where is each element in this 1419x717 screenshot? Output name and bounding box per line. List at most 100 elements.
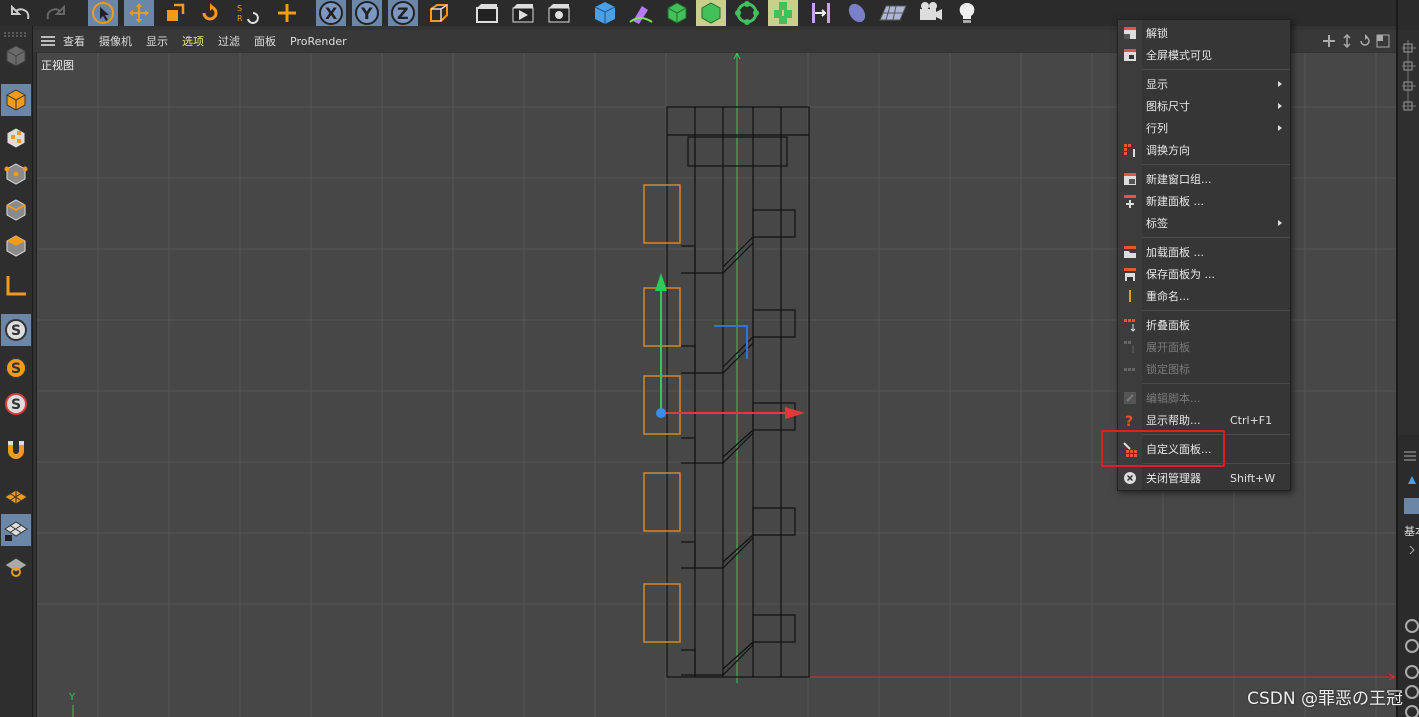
spline-pen-icon[interactable] [626, 0, 656, 26]
save-palette-icon [1124, 268, 1136, 281]
floor-environment-icon[interactable] [878, 0, 908, 26]
menu-item-label: 显示帮助... [1146, 414, 1201, 427]
menu-item-display[interactable]: 显示 [1118, 73, 1290, 95]
attributes-basic-tab[interactable]: 基本 [1404, 523, 1419, 539]
submenu-arrow-icon [1278, 125, 1282, 131]
mograph-cloner-icon[interactable] [768, 0, 798, 26]
menu-view[interactable]: 查看 [63, 33, 85, 49]
help-icon: ? [1125, 414, 1133, 429]
edges-mode-icon[interactable] [1, 194, 31, 226]
cube-object-icon[interactable] [590, 0, 620, 26]
menu-item-unlock[interactable]: 解锁 [1118, 22, 1290, 44]
menu-options[interactable]: 选项 [182, 33, 204, 49]
menu-item-rename[interactable]: 重命名... [1118, 285, 1290, 307]
array-icon[interactable] [732, 0, 762, 26]
make-editable-icon[interactable] [1, 40, 31, 72]
menu-item-swap-orientation[interactable]: 调换方向 [1118, 139, 1290, 161]
polygons-mode-icon[interactable] [1, 230, 31, 262]
field-icon[interactable] [842, 0, 872, 26]
svg-text:?: ? [1125, 414, 1133, 429]
scale-tool-icon[interactable] [160, 0, 190, 26]
menu-item-fullscreen-visible[interactable]: 全屏模式可见 [1118, 44, 1290, 66]
svg-text:R: R [237, 14, 243, 23]
menu-item-label: 锁定图标 [1146, 363, 1190, 376]
menu-item-label: 调换方向 [1146, 144, 1190, 157]
menu-item-shortcut: Ctrl+F1 [1230, 413, 1273, 427]
render-to-picture-viewer-icon[interactable] [508, 0, 538, 26]
view-name-label: 正视图 [41, 59, 74, 72]
subdivision-surface-icon[interactable] [662, 0, 692, 26]
menu-separator [1142, 237, 1290, 238]
menu-item-label: 图标尺寸 [1146, 100, 1190, 113]
menu-separator [1142, 383, 1290, 384]
snap-icon[interactable]: S [1, 314, 31, 346]
menu-filter[interactable]: 过滤 [218, 33, 240, 49]
camera-icon[interactable] [916, 0, 946, 26]
menu-item-close-manager[interactable]: 关闭管理器 Shift+W [1118, 467, 1290, 489]
menu-item-load-palette[interactable]: 加载面板 ... [1118, 241, 1290, 263]
menu-item-label: 折叠面板 [1146, 319, 1190, 332]
quantize-icon[interactable]: S [1, 388, 31, 420]
load-palette-icon [1124, 246, 1136, 258]
menu-cameras[interactable]: 摄像机 [99, 33, 132, 49]
world-axis-icon[interactable] [272, 0, 302, 26]
move-tool-icon[interactable] [124, 0, 154, 26]
menu-panel[interactable]: 面板 [254, 33, 276, 49]
toolbar-grip[interactable] [1, 30, 31, 40]
menu-item-edit-script: 编辑脚本... [1118, 387, 1290, 409]
magnet-tweak-icon[interactable] [1, 434, 31, 466]
submenu-arrow-icon [1278, 81, 1282, 87]
coordinate-system-icon[interactable] [424, 0, 454, 26]
render-view-icon[interactable] [472, 0, 502, 26]
rename-icon [1129, 290, 1131, 302]
svg-text:Y: Y [360, 4, 373, 23]
menu-item-label: 新建面板 ... [1146, 195, 1204, 208]
y-axis-lock-icon[interactable]: Y [352, 0, 382, 26]
rotate-tool-icon[interactable] [195, 0, 225, 26]
menu-item-label: 全屏模式可见 [1146, 49, 1212, 62]
menu-item-tags[interactable]: 标签 [1118, 212, 1290, 234]
deformer-icon[interactable] [806, 0, 836, 26]
model-mode-icon[interactable] [1, 84, 31, 116]
menu-item-label: 关闭管理器 [1146, 472, 1201, 485]
live-selection-icon[interactable] [88, 0, 118, 26]
hamburger-icon[interactable] [41, 36, 55, 46]
x-axis-lock-icon[interactable]: X [316, 0, 346, 26]
axis-mode-icon[interactable] [1, 270, 31, 302]
undo-icon[interactable] [6, 0, 36, 26]
cloner-icon[interactable] [696, 0, 726, 26]
menu-item-new-palette[interactable]: 新建面板 ... [1118, 190, 1290, 212]
menu-item-shortcut: Shift+W [1230, 471, 1276, 485]
fold-palette-icon [1124, 319, 1136, 332]
pan-icon[interactable] [1322, 34, 1336, 48]
points-mode-icon[interactable] [1, 158, 31, 190]
light-icon[interactable] [952, 0, 982, 26]
menu-item-label: 加载面板 ... [1146, 246, 1204, 259]
menu-item-save-palette-as[interactable]: 保存面板为 ... [1118, 263, 1290, 285]
dolly-icon[interactable] [1340, 33, 1354, 49]
csdn-watermark: CSDN @罪恶の王冠 [1247, 689, 1403, 709]
menu-display[interactable]: 显示 [146, 33, 168, 49]
menu-item-rows-columns[interactable]: 行列 [1118, 117, 1290, 139]
z-axis-lock-icon[interactable]: Z [388, 0, 418, 26]
texture-mode-icon[interactable] [1, 122, 31, 154]
menu-item-icon-size[interactable]: 图标尺寸 [1118, 95, 1290, 117]
maximize-view-icon[interactable] [1376, 34, 1390, 48]
planar-workplane-icon[interactable] [1, 550, 31, 582]
svg-text:Z: Z [397, 4, 409, 23]
axis-y-label: Y [69, 692, 76, 703]
render-settings-icon[interactable] [544, 0, 574, 26]
menu-item-show-help[interactable]: ? 显示帮助... Ctrl+F1 [1118, 409, 1290, 431]
redo-icon[interactable] [40, 0, 70, 26]
workplane-snap-icon[interactable]: S [1, 352, 31, 384]
menu-prorender[interactable]: ProRender [290, 35, 347, 48]
unlock-icon [1124, 27, 1136, 39]
recent-tools-icon[interactable]: SR [232, 0, 262, 26]
workplane-icon[interactable] [1, 480, 31, 512]
menu-item-new-group-window[interactable]: 新建窗口组... [1118, 168, 1290, 190]
menu-item-label: 重命名... [1146, 290, 1190, 303]
orbit-icon[interactable] [1358, 34, 1372, 48]
new-group-window-icon [1124, 173, 1136, 185]
menu-item-fold-palette[interactable]: 折叠面板 [1118, 314, 1290, 336]
locked-workplane-icon[interactable] [1, 514, 31, 546]
